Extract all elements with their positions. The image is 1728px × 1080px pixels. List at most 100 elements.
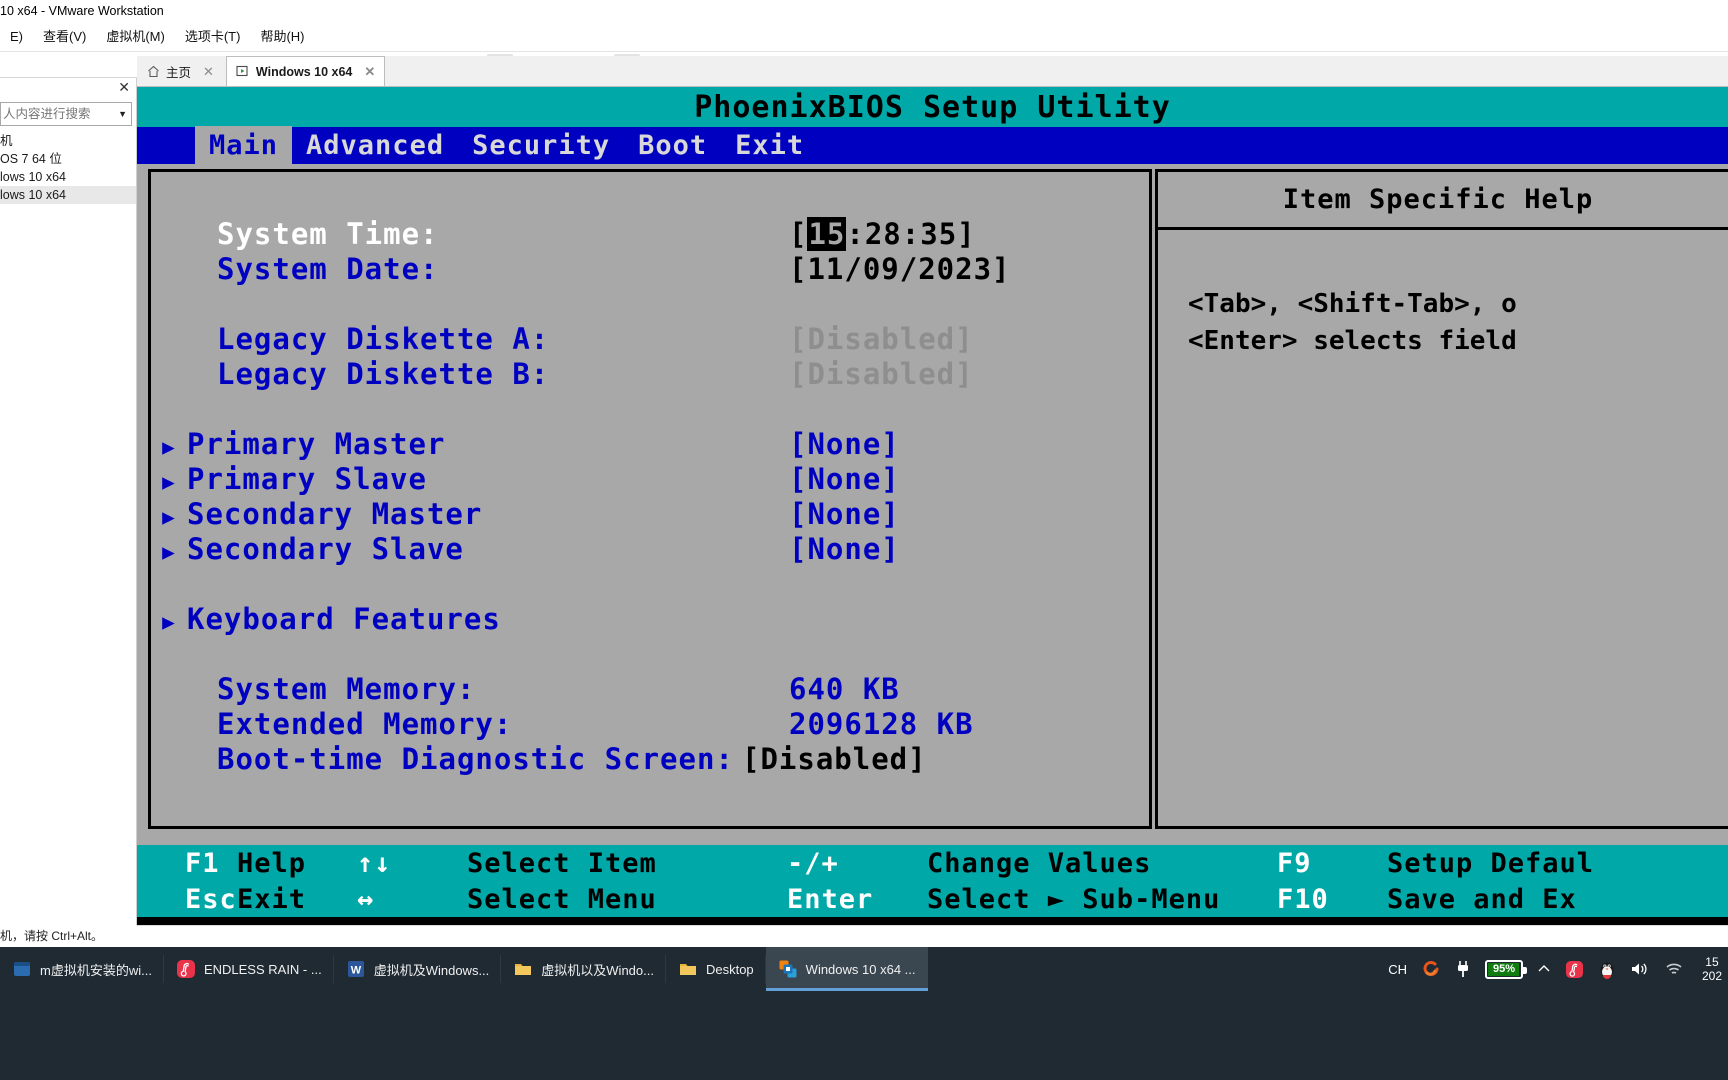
key-select-menu-desc: Select Menu <box>467 883 657 915</box>
bios-row-value[interactable]: [15:28:35] <box>789 217 976 251</box>
taskbar-item-folder-vm[interactable]: 虚拟机以及Windo... <box>501 947 666 991</box>
value-suffix: :28:35] <box>846 217 976 251</box>
bios-row-label: Primary Slave <box>187 462 427 496</box>
bios-row-value[interactable]: [None] <box>789 462 900 496</box>
bios-row-value[interactable]: [None] <box>789 497 900 531</box>
chevron-down-icon[interactable]: ▼ <box>118 109 127 119</box>
taskbar-item-label: 虚拟机以及Windo... <box>541 962 654 978</box>
sidebar-item-win10-b[interactable]: lows 10 x64 <box>0 186 136 204</box>
bios-row-secondary-slave[interactable]: ▶ Secondary Slave [None] <box>151 532 1149 567</box>
battery-indicator[interactable]: 95% <box>1484 959 1527 979</box>
sidebar-item-win7[interactable]: OS 7 64 位 <box>0 150 136 168</box>
menu-item-file[interactable]: E) <box>0 22 33 52</box>
menu-item-vm[interactable]: 虚拟机(M) <box>96 22 175 52</box>
tab-strip: 主页 ✕ Windows 10 x64 ✕ <box>137 56 1728 87</box>
bios-row-label: Secondary Slave <box>187 532 464 566</box>
power-plug-icon[interactable] <box>1455 959 1471 979</box>
bios-settings-panel: ▶ System Time: [15:28:35] ▶ System Date:… <box>148 169 1152 829</box>
bios-row-system-time[interactable]: ▶ System Time: [15:28:35] <box>151 217 1149 252</box>
bios-row-legacy-diskette-a[interactable]: ▶ Legacy Diskette A: [Disabled] <box>151 322 1149 357</box>
bios-row-label: Secondary Master <box>187 497 483 531</box>
tab-windows-10-x64-label: Windows 10 x64 <box>255 64 353 79</box>
menu-item-view[interactable]: 查看(V) <box>33 22 96 52</box>
chevron-up-icon[interactable] <box>1537 962 1551 976</box>
menu-item-help[interactable]: 帮助(H) <box>250 22 314 52</box>
bios-row-value[interactable]: [Disabled] <box>789 357 974 391</box>
taskbar-clock[interactable]: 15 202 <box>1698 955 1722 983</box>
tab-home[interactable]: 主页 ✕ <box>137 56 224 86</box>
folder-icon <box>678 959 698 979</box>
battery-icon: 95% <box>1484 959 1527 979</box>
close-icon[interactable]: ✕ <box>364 64 375 80</box>
bios-row-extended-memory: ▶ Extended Memory: 2096128 KB <box>151 707 1149 742</box>
submenu-arrow-icon: ▶ <box>151 225 187 249</box>
taskbar-item-word[interactable]: W 虚拟机及Windows... <box>334 947 502 991</box>
svg-text:W: W <box>351 965 362 977</box>
key-select-item-desc: Select Item <box>467 847 657 879</box>
bios-row-legacy-diskette-b[interactable]: ▶ Legacy Diskette B: [Disabled] <box>151 357 1149 392</box>
bios-row-label: Primary Master <box>187 427 446 461</box>
bios-screen: PhoenixBIOS Setup Utility Main Advanced … <box>137 87 1728 925</box>
system-tray: CH 95% 15 202 <box>1388 947 1728 991</box>
bios-row-system-date[interactable]: ▶ System Date: [11/09/2023] <box>151 252 1149 287</box>
speaker-icon[interactable] <box>1630 960 1650 978</box>
search-input[interactable] <box>1 103 131 125</box>
netease-music-icon[interactable] <box>1565 960 1584 979</box>
key-change-values-desc: Change Values <box>927 847 1152 879</box>
taskbar-item-vmware-workstation[interactable]: Windows 10 x64 ... <box>765 947 928 991</box>
submenu-arrow-icon: ▶ <box>162 610 176 634</box>
ime-indicator[interactable]: CH <box>1388 962 1407 977</box>
submenu-arrow-icon: ▶ <box>151 365 187 389</box>
bios-menu-advanced[interactable]: Advanced <box>292 126 458 165</box>
bios-menu-main[interactable]: Main <box>195 126 293 165</box>
bios-menu-security[interactable]: Security <box>458 126 624 165</box>
vm-play-icon <box>236 65 248 77</box>
word-icon: W <box>346 959 366 979</box>
bios-title: PhoenixBIOS Setup Utility <box>137 87 1728 127</box>
taskbar-item-label: 虚拟机及Windows... <box>373 962 490 978</box>
key-f9: F9 <box>1277 847 1312 879</box>
clock-time: 15 <box>1705 955 1719 969</box>
taskbar-item-vmware-install[interactable]: m虚拟机安装的wi... <box>0 947 164 991</box>
time-hour-cursor[interactable]: 15 <box>807 217 847 251</box>
key-save-and-exit-desc: Save and Ex <box>1387 883 1577 915</box>
sidebar-item-my-computer[interactable]: 机 <box>0 132 136 150</box>
library-search[interactable]: ▼ <box>0 102 132 126</box>
bios-row-boot-time-diagnostic-screen[interactable]: ▶ Boot-time Diagnostic Screen: [Disabled… <box>151 742 1149 777</box>
taskbar-item-desktop[interactable]: Desktop <box>666 947 766 991</box>
sogou-icon[interactable] <box>1421 959 1441 979</box>
clock-date: 202 <box>1701 969 1722 983</box>
library-sidebar: ✕ ▼ 机 OS 7 64 位 lows 10 x64 lows 10 x64 <box>0 78 137 925</box>
wifi-icon[interactable] <box>1664 960 1684 978</box>
help-panel-body: <Tab>, <Shift-Tab>, o <Enter> selects fi… <box>1158 230 1728 360</box>
qq-penguin-icon[interactable] <box>1598 959 1616 979</box>
key-esc-desc: Exit <box>237 883 307 915</box>
bios-row-value[interactable]: [11/09/2023] <box>789 252 1011 286</box>
bios-menu-exit[interactable]: Exit <box>721 126 818 165</box>
taskbar-item-label: Desktop <box>705 961 754 977</box>
battery-percent: 95% <box>1492 963 1515 975</box>
bios-row-secondary-master[interactable]: ▶ Secondary Master [None] <box>151 497 1149 532</box>
tab-windows-10-x64[interactable]: Windows 10 x64 ✕ <box>225 56 386 86</box>
folder-icon <box>513 959 533 979</box>
submenu-arrow-icon: ▶ <box>162 540 176 564</box>
bios-row-value[interactable]: [None] <box>789 427 900 461</box>
close-icon[interactable]: ✕ <box>118 80 130 94</box>
bios-row-label: Extended Memory: <box>217 707 513 741</box>
taskbar-item-netease-music[interactable]: ENDLESS RAIN - ... <box>164 947 334 991</box>
menu-item-tabs[interactable]: 选项卡(T) <box>175 22 251 52</box>
bios-row-value[interactable]: [None] <box>789 532 900 566</box>
close-icon[interactable]: ✕ <box>203 64 214 80</box>
sidebar-item-win10-a[interactable]: lows 10 x64 <box>0 168 136 186</box>
bios-row-value[interactable]: [Disabled] <box>789 322 974 356</box>
bios-row-keyboard-features[interactable]: ▶ Keyboard Features <box>151 602 1149 637</box>
key-minus-plus: -/+ <box>787 847 839 879</box>
value-prefix: [ <box>789 217 808 251</box>
key-select-submenu-desc: Select ► Sub-Menu <box>927 883 1221 915</box>
bios-menu-boot[interactable]: Boot <box>624 126 721 165</box>
bios-row-value[interactable]: [Disabled] <box>742 742 927 776</box>
bios-row-primary-master[interactable]: ▶ Primary Master [None] <box>151 427 1149 462</box>
bios-row-primary-slave[interactable]: ▶ Primary Slave [None] <box>151 462 1149 497</box>
help-panel-title: Item Specific Help <box>1158 172 1728 230</box>
bios-body: ▶ System Time: [15:28:35] ▶ System Date:… <box>137 164 1728 845</box>
